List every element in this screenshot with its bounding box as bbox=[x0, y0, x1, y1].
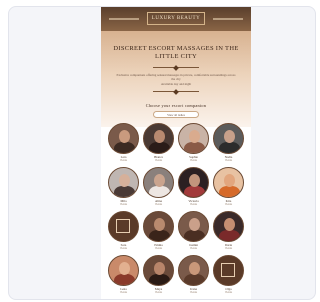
hero-subline: Available day and night bbox=[160, 82, 192, 86]
photo-face bbox=[154, 218, 165, 231]
photo-figure bbox=[219, 142, 240, 153]
profile-card[interactable]: Nadia Vienna bbox=[212, 123, 245, 163]
profile-location: Vienna bbox=[189, 291, 198, 294]
profile-location: Vienna bbox=[189, 159, 198, 162]
profile-photo[interactable] bbox=[108, 211, 139, 242]
photo-face bbox=[119, 262, 130, 275]
profile-location: Vienna bbox=[189, 247, 198, 250]
profile-location: Vienna bbox=[119, 247, 128, 250]
page-screenshot: LUXURY BEAUTY DISCREET ESCORT MASSAGES I… bbox=[101, 7, 251, 299]
profile-card[interactable]: Lara Vienna bbox=[107, 123, 140, 163]
profile-location: Vienna bbox=[224, 203, 233, 206]
photo-figure bbox=[184, 186, 205, 197]
site-logo[interactable]: LUXURY BEAUTY bbox=[147, 12, 205, 25]
profile-photo[interactable] bbox=[143, 211, 174, 242]
photo-figure bbox=[114, 186, 135, 197]
profile-photo[interactable] bbox=[178, 255, 209, 286]
photo-face bbox=[189, 262, 200, 275]
photo-face bbox=[189, 174, 200, 187]
profile-card[interactable]: Bianca Vienna bbox=[142, 123, 175, 163]
photo-face bbox=[119, 174, 130, 187]
profile-photo[interactable] bbox=[178, 123, 209, 154]
photo-figure bbox=[149, 142, 170, 153]
profile-photo[interactable] bbox=[143, 255, 174, 286]
photo-figure bbox=[219, 230, 240, 241]
photo-figure bbox=[184, 142, 205, 153]
profile-location: Vienna bbox=[154, 203, 163, 206]
profile-card[interactable]: Daria Vienna bbox=[212, 211, 245, 251]
profile-location: Vienna bbox=[224, 247, 233, 250]
profile-photo[interactable] bbox=[108, 255, 139, 286]
profile-location: Vienna bbox=[154, 159, 163, 162]
profile-photo[interactable] bbox=[178, 167, 209, 198]
profile-card[interactable]: Lena Vienna bbox=[107, 255, 140, 295]
profile-location: Vienna bbox=[224, 159, 233, 162]
profile-card[interactable]: Sophie Vienna bbox=[177, 123, 210, 163]
profile-card[interactable]: Ivana Vienna bbox=[177, 255, 210, 295]
profile-card[interactable]: Kira Vienna bbox=[212, 167, 245, 207]
profile-card[interactable]: Mila Vienna bbox=[107, 167, 140, 207]
profile-photo[interactable] bbox=[108, 123, 139, 154]
ornament-divider-2 bbox=[153, 88, 199, 95]
photo-figure bbox=[149, 274, 170, 285]
profile-location: Vienna bbox=[119, 159, 128, 162]
section-title: Choose your escort companion bbox=[145, 103, 207, 108]
profile-card[interactable]: Emma Vienna bbox=[142, 211, 175, 251]
photo-figure bbox=[219, 186, 240, 197]
profile-card[interactable]: Alina Vienna bbox=[142, 167, 175, 207]
photo-face bbox=[189, 130, 200, 143]
profile-location: Vienna bbox=[154, 247, 163, 250]
site-header: LUXURY BEAUTY bbox=[101, 7, 251, 31]
profile-photo[interactable] bbox=[213, 211, 244, 242]
profile-card[interactable]: Victoria Vienna bbox=[177, 167, 210, 207]
photo-figure bbox=[149, 186, 170, 197]
ornament-divider bbox=[153, 64, 199, 71]
placeholder-frame-icon bbox=[221, 263, 235, 277]
profile-photo[interactable] bbox=[143, 167, 174, 198]
profile-card[interactable]: Olga Vienna bbox=[212, 255, 245, 295]
profile-location: Vienna bbox=[119, 291, 128, 294]
hero-paragraph: Exclusive companions offering sensual ma… bbox=[116, 73, 236, 82]
photo-figure bbox=[114, 274, 135, 285]
nav-links-right[interactable] bbox=[213, 18, 243, 20]
profile-card[interactable]: Maya Vienna bbox=[142, 255, 175, 295]
photo-face bbox=[224, 174, 235, 187]
photo-figure bbox=[184, 230, 205, 241]
photo-face bbox=[154, 174, 165, 187]
profile-location: Vienna bbox=[119, 203, 128, 206]
photo-face bbox=[154, 130, 165, 143]
profile-location: Vienna bbox=[189, 203, 198, 206]
profile-photo[interactable] bbox=[143, 123, 174, 154]
photo-figure bbox=[149, 230, 170, 241]
profile-card[interactable]: Jasmin Vienna bbox=[177, 211, 210, 251]
photo-face bbox=[189, 218, 200, 231]
placeholder-frame-icon bbox=[116, 219, 130, 233]
photo-figure bbox=[114, 142, 135, 153]
preview-card[interactable]: LUXURY BEAUTY DISCREET ESCORT MASSAGES I… bbox=[8, 6, 316, 300]
photo-face bbox=[119, 130, 130, 143]
hero-title: DISCREET ESCORT MASSAGES IN THE LITTLE C… bbox=[113, 45, 239, 60]
profile-photo[interactable] bbox=[178, 211, 209, 242]
profile-photo[interactable] bbox=[213, 255, 244, 286]
photo-figure bbox=[184, 274, 205, 285]
profile-card[interactable]: Sara Vienna bbox=[107, 211, 140, 251]
profile-location: Vienna bbox=[224, 291, 233, 294]
view-all-button[interactable]: View all ladies bbox=[153, 111, 199, 118]
photo-face bbox=[154, 262, 165, 275]
profile-photo[interactable] bbox=[213, 123, 244, 154]
profile-location: Vienna bbox=[154, 291, 163, 294]
nav-links-left[interactable] bbox=[109, 18, 139, 20]
profile-photo[interactable] bbox=[213, 167, 244, 198]
profile-photo[interactable] bbox=[108, 167, 139, 198]
photo-face bbox=[224, 130, 235, 143]
photo-face bbox=[224, 218, 235, 231]
